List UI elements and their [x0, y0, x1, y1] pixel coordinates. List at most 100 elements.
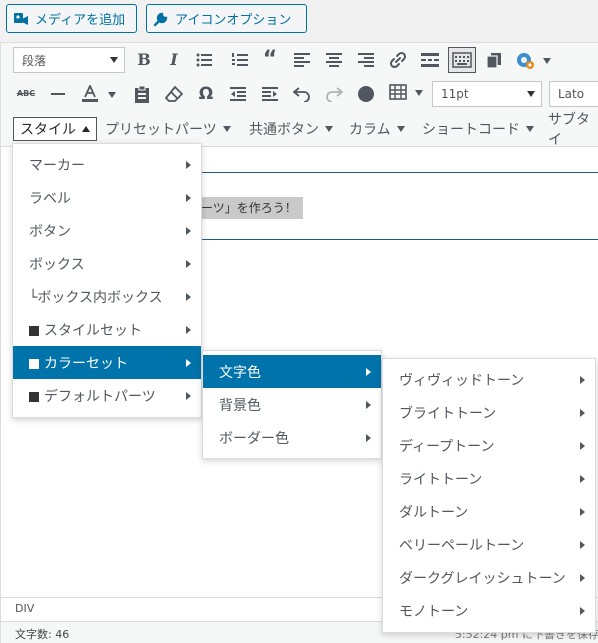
color-set-item[interactable]: ボーダー色: [203, 421, 381, 454]
align-left-icon[interactable]: [291, 49, 313, 71]
chevron-down-icon: [325, 126, 333, 132]
preset-parts-label: プリセットパーツ: [105, 122, 217, 138]
content-rule-top: [201, 172, 598, 173]
columns-menu-button[interactable]: カラム: [349, 117, 405, 141]
chevron-right-icon: [186, 326, 191, 334]
bullet-list-icon[interactable]: [193, 49, 215, 71]
outdent-icon[interactable]: [227, 83, 249, 105]
shortcodes-menu-button[interactable]: ショートコード: [422, 117, 534, 141]
table-icon[interactable]: [387, 81, 409, 103]
numbered-list-icon[interactable]: [229, 49, 251, 71]
paste-text-icon[interactable]: [131, 83, 153, 105]
text-color-item[interactable]: ベリーペールトーン: [383, 528, 595, 561]
color-set-item[interactable]: 文字色: [203, 355, 381, 388]
toolbar-toggle-icon[interactable]: [448, 47, 476, 73]
link-icon[interactable]: [387, 49, 409, 71]
style-dropdown-menu: マーカーラベルボタンボックス └ボックス内ボックス スタイルセットカラーセットデフォ…: [12, 143, 202, 418]
text-color-item-text: ライトトーン: [399, 471, 483, 488]
square-icon: [29, 325, 39, 336]
color-set-submenu: 文字色背景色 ボーダー色: [202, 350, 382, 459]
content-rule-bottom: [201, 239, 598, 240]
text-color-item-label: モノトーン: [399, 601, 468, 621]
icon-options-label: アイコンオプション: [175, 13, 292, 28]
text-color-item-text: ベリーペールトーン: [399, 537, 525, 554]
chevron-down-icon[interactable]: [543, 58, 551, 64]
align-right-icon[interactable]: [355, 49, 377, 71]
font-family-select[interactable]: Lato: [549, 81, 598, 107]
text-color-item-label: ライトトーン: [399, 469, 482, 489]
color-set-item-text: 文字色: [219, 364, 261, 381]
text-color-item[interactable]: ディープトーン: [383, 429, 595, 462]
style-menu-item-label: ボックス: [29, 254, 85, 274]
text-color-item[interactable]: ブライトトーン: [383, 396, 595, 429]
chevron-down-icon: [527, 91, 535, 97]
text-color-item-text: ヴィヴィッドトーン: [399, 372, 525, 389]
horizontal-rule-icon[interactable]: [47, 83, 69, 105]
text-color-item[interactable]: ヴィヴィッドトーン: [383, 363, 595, 396]
style-menu-item-label: ラベル: [29, 188, 71, 208]
blockquote-icon[interactable]: “: [259, 49, 281, 71]
subtype-menu-button[interactable]: サブタイ: [548, 112, 598, 148]
clear-formatting-icon[interactable]: [163, 83, 185, 105]
chevron-down-icon[interactable]: [415, 90, 423, 96]
chevron-down-icon: [396, 126, 405, 132]
style-menu-item-label: カラーセット: [29, 353, 128, 373]
style-menu-item-text: スタイルセット: [44, 322, 142, 339]
style-menu-button[interactable]: スタイル: [13, 117, 97, 141]
text-color-item[interactable]: モノトーン: [383, 594, 595, 627]
read-more-icon[interactable]: [419, 49, 441, 71]
special-character-icon[interactable]: Ω: [195, 83, 217, 105]
text-color-item-text: ブライトトーン: [399, 405, 497, 422]
style-menu-item[interactable]: └ボックス内ボックス: [13, 280, 201, 313]
settings-gear-icon[interactable]: [514, 49, 536, 71]
text-color-item[interactable]: ダークグレイッシュトーン: [383, 561, 595, 594]
undo-icon[interactable]: [291, 83, 313, 105]
add-media-label: メディアを追加: [35, 13, 126, 28]
preset-parts-menu-button[interactable]: プリセットパーツ: [105, 117, 231, 141]
style-menu-item-label: スタイルセット: [29, 320, 142, 340]
chevron-down-icon[interactable]: [108, 92, 116, 98]
common-buttons-menu-button[interactable]: 共通ボタン: [249, 117, 333, 141]
color-set-item[interactable]: 背景色: [203, 388, 381, 421]
style-menu-item[interactable]: デフォルトパーツ: [13, 379, 201, 412]
style-menu-item-text: ラベル: [29, 190, 71, 207]
style-menu-item[interactable]: マーカー: [13, 148, 201, 181]
format-select[interactable]: 段落: [13, 47, 125, 73]
indent-icon[interactable]: [259, 83, 281, 105]
align-center-icon[interactable]: [323, 49, 345, 71]
square-icon: [29, 391, 39, 402]
text-color-item-text: ディープトーン: [399, 438, 495, 455]
strikethrough-icon[interactable]: ABC: [15, 83, 37, 105]
chevron-right-icon: [580, 607, 585, 615]
style-menu-item[interactable]: ラベル: [13, 181, 201, 214]
chevron-down-icon: [110, 57, 118, 63]
chevron-right-icon: [186, 260, 191, 268]
text-color-icon[interactable]: [79, 83, 101, 105]
copy-icon[interactable]: [483, 49, 505, 71]
text-color-item-text: ダルトーン: [399, 504, 469, 521]
chevron-right-icon: [366, 434, 371, 442]
add-media-button[interactable]: メディアを追加: [6, 4, 137, 33]
italic-icon[interactable]: I: [163, 49, 185, 71]
chevron-right-icon: [186, 194, 191, 202]
style-menu-item[interactable]: ボタン: [13, 214, 201, 247]
style-menu-item-text: マーカー: [29, 157, 85, 174]
wrench-icon: [153, 12, 168, 26]
style-menu-item[interactable]: カラーセット: [13, 346, 201, 379]
style-menu-item[interactable]: スタイルセット: [13, 313, 201, 346]
bold-icon[interactable]: B: [133, 49, 155, 71]
icon-options-button[interactable]: アイコンオプション: [146, 4, 307, 33]
redo-icon[interactable]: [323, 83, 345, 105]
font-size-select[interactable]: 11pt: [432, 81, 542, 107]
style-menu-item[interactable]: ボックス: [13, 247, 201, 280]
element-path-label[interactable]: DIV: [15, 602, 34, 615]
text-color-item[interactable]: ダルトーン: [383, 495, 595, 528]
help-icon[interactable]: [355, 83, 377, 105]
chevron-right-icon: [366, 401, 371, 409]
chevron-right-icon: [186, 161, 191, 169]
style-menu-item-text: ボックス: [29, 256, 85, 273]
text-color-item[interactable]: ライトトーン: [383, 462, 595, 495]
chevron-right-icon: [186, 293, 191, 301]
chevron-right-icon: [580, 475, 585, 483]
style-menu-item-text: └ボックス内ボックス: [29, 289, 163, 306]
